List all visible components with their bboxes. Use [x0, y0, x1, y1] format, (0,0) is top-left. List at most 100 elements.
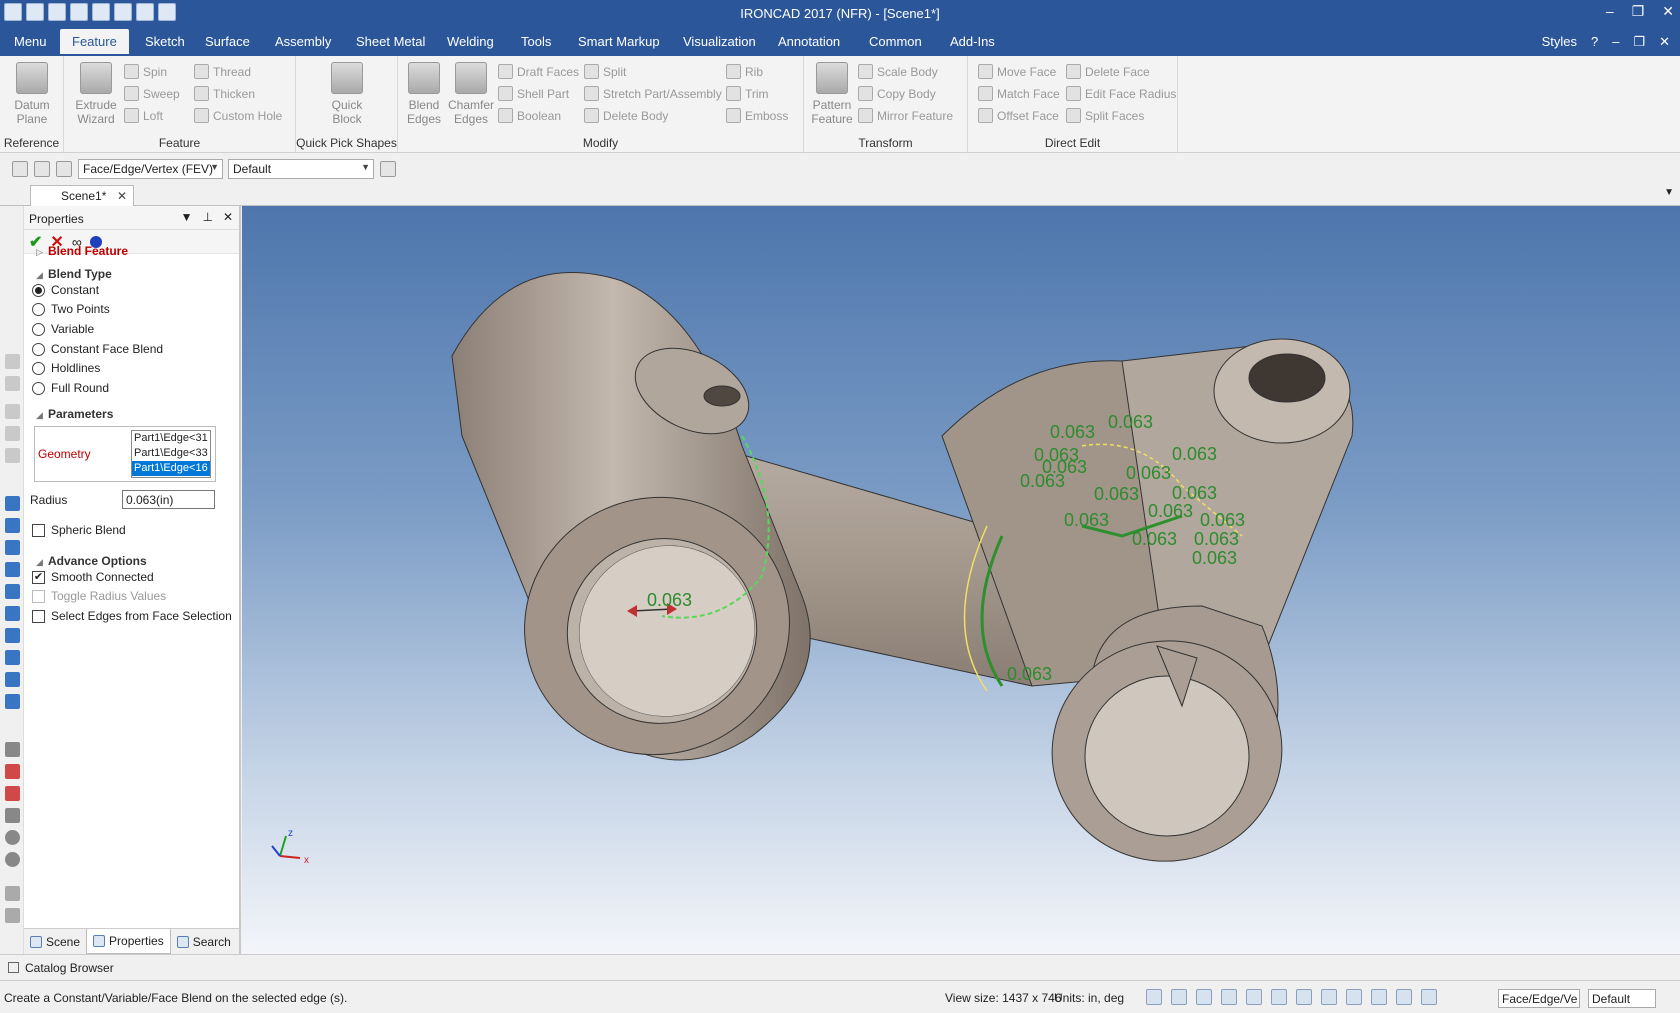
- thicken-button[interactable]: Thicken: [194, 86, 255, 101]
- tool-icon[interactable]: [5, 354, 20, 369]
- dimension-label[interactable]: 0.063: [1094, 484, 1139, 504]
- close-icon[interactable]: ✕: [223, 210, 233, 224]
- minimize-icon[interactable]: –: [1606, 3, 1614, 20]
- zoom-icon[interactable]: [1146, 989, 1162, 1005]
- box-icon[interactable]: [5, 562, 20, 577]
- pointer-icon[interactable]: [34, 161, 50, 177]
- draft-faces-button[interactable]: Draft Faces: [498, 64, 579, 79]
- styles-menu[interactable]: Styles: [1542, 34, 1577, 50]
- tab-surface[interactable]: Surface: [205, 34, 250, 49]
- custom-hole-button[interactable]: Custom Hole: [194, 108, 282, 123]
- quick-block-button[interactable]: Quick Block: [324, 62, 370, 126]
- pattern-feature-button[interactable]: Pattern Feature: [810, 62, 854, 126]
- list-item[interactable]: Part1\Edge<31: [132, 431, 210, 446]
- chevron-down-icon[interactable]: ▼: [1664, 187, 1674, 198]
- tool-icon[interactable]: [5, 404, 20, 419]
- pan-icon[interactable]: [1246, 989, 1262, 1005]
- box-icon[interactable]: [5, 606, 20, 621]
- match-face-button[interactable]: Match Face: [978, 86, 1060, 101]
- dimension-label[interactable]: 0.063: [1050, 422, 1095, 442]
- ribbon-restore-icon[interactable]: ❐: [1633, 34, 1645, 50]
- tool-icon[interactable]: [5, 886, 20, 901]
- shading-icon[interactable]: [1271, 989, 1287, 1005]
- catalog-browser-bar[interactable]: Catalog Browser: [0, 954, 1680, 980]
- tool-icon[interactable]: [5, 808, 20, 823]
- delete-face-button[interactable]: Delete Face: [1066, 64, 1150, 79]
- emboss-button[interactable]: Emboss: [726, 108, 788, 123]
- rib-button[interactable]: Rib: [726, 64, 763, 79]
- light-icon[interactable]: [1371, 989, 1387, 1005]
- dimension-label[interactable]: 0.063: [1200, 510, 1245, 530]
- split-button[interactable]: Split: [584, 64, 626, 79]
- radio-constant-face-blend[interactable]: Constant Face Blend: [32, 340, 163, 358]
- glasses-icon[interactable]: [1296, 989, 1312, 1005]
- orbit-icon[interactable]: [1196, 989, 1212, 1005]
- status-filter-select[interactable]: Face/Edge/Ve: [1498, 989, 1580, 1008]
- tab-tools[interactable]: Tools: [521, 34, 551, 49]
- select-filter-icon[interactable]: [56, 161, 72, 177]
- tool-icon[interactable]: [5, 908, 20, 923]
- blend-feature-header[interactable]: ▷ Blend Feature: [36, 244, 128, 258]
- 3d-viewport[interactable]: 0.063 0.063 0.063 0.063 0.063 0.063 0.06…: [242, 206, 1680, 954]
- select-tool-icon[interactable]: [12, 161, 28, 177]
- chevron-down-icon[interactable]: ▼: [181, 210, 193, 224]
- box-icon[interactable]: [5, 672, 20, 687]
- blend-edges-button[interactable]: Blend Edges: [404, 62, 444, 126]
- tool-icon[interactable]: [5, 426, 20, 441]
- stretch-button[interactable]: Stretch Part/Assembly: [584, 86, 722, 101]
- tab-add-ins[interactable]: Add-Ins: [950, 34, 995, 49]
- move-face-button[interactable]: Move Face: [978, 64, 1056, 79]
- ribbon-minimize-icon[interactable]: –: [1612, 34, 1619, 50]
- trim-button[interactable]: Trim: [726, 86, 769, 101]
- datum-plane-button[interactable]: Datum Plane: [10, 62, 54, 126]
- chamfer-edges-button[interactable]: Chamfer Edges: [448, 62, 494, 126]
- offset-face-button[interactable]: Offset Face: [978, 108, 1059, 123]
- tab-menu[interactable]: Menu: [14, 34, 47, 49]
- list-item[interactable]: Part1\Edge<33: [132, 446, 210, 461]
- close-icon[interactable]: ✕: [1662, 3, 1674, 20]
- pin-icon[interactable]: ⊥: [202, 210, 212, 224]
- toggle-radius-checkbox[interactable]: Toggle Radius Values: [32, 587, 166, 605]
- radio-holdlines[interactable]: Holdlines: [32, 359, 100, 377]
- tab-assembly[interactable]: Assembly: [275, 34, 331, 49]
- tab-properties[interactable]: Properties: [86, 929, 171, 954]
- restore-icon[interactable]: ❐: [1632, 3, 1645, 20]
- box-icon[interactable]: [5, 496, 20, 511]
- select-edges-checkbox[interactable]: Select Edges from Face Selection: [32, 607, 232, 625]
- split-faces-button[interactable]: Split Faces: [1066, 108, 1144, 123]
- dimension-label[interactable]: 0.063: [1108, 412, 1153, 432]
- ribbon-close-icon[interactable]: ✕: [1659, 34, 1670, 50]
- pointer-icon[interactable]: [1396, 989, 1412, 1005]
- layer-icon[interactable]: [1346, 989, 1362, 1005]
- selection-filter-select[interactable]: Face/Edge/Vertex (FEV) ▼: [78, 159, 223, 179]
- dimension-label[interactable]: 0.063: [1172, 444, 1217, 464]
- tab-visualization[interactable]: Visualization: [683, 34, 756, 49]
- box-icon[interactable]: [5, 540, 20, 555]
- tab-sketch[interactable]: Sketch: [145, 34, 185, 49]
- blend-type-header[interactable]: ◢ Blend Type: [36, 267, 112, 281]
- dimension-label[interactable]: 0.063: [1132, 529, 1177, 549]
- box-icon[interactable]: [5, 650, 20, 665]
- view-cube-icon[interactable]: [1221, 989, 1237, 1005]
- tool-icon[interactable]: [5, 376, 20, 391]
- style-select[interactable]: Default ▼: [228, 159, 374, 179]
- extrude-wizard-button[interactable]: Extrude Wizard: [72, 62, 120, 126]
- tab-sheet-metal[interactable]: Sheet Metal: [356, 34, 425, 49]
- render-icon[interactable]: [1321, 989, 1337, 1005]
- list-item[interactable]: Part1\Edge<16: [132, 461, 210, 476]
- box-icon[interactable]: [5, 584, 20, 599]
- dimension-label[interactable]: 0.063: [647, 590, 692, 610]
- tool-icon[interactable]: [5, 830, 20, 845]
- radio-full-round[interactable]: Full Round: [32, 379, 109, 397]
- parameters-header[interactable]: ◢ Parameters: [36, 407, 113, 421]
- loft-button[interactable]: Loft: [124, 108, 163, 123]
- tool-icon[interactable]: [5, 786, 20, 801]
- smooth-connected-checkbox[interactable]: ✔ Smooth Connected: [32, 568, 154, 586]
- radio-constant[interactable]: Constant: [32, 281, 99, 299]
- status-style-select[interactable]: Default: [1588, 989, 1656, 1008]
- delete-body-button[interactable]: Delete Body: [584, 108, 668, 123]
- tab-annotation[interactable]: Annotation: [778, 34, 840, 49]
- tab-smart-markup[interactable]: Smart Markup: [578, 34, 660, 49]
- geometry-list[interactable]: Part1\Edge<31 Part1\Edge<33 Part1\Edge<1…: [131, 430, 211, 478]
- spheric-blend-checkbox[interactable]: Spheric Blend: [32, 521, 126, 539]
